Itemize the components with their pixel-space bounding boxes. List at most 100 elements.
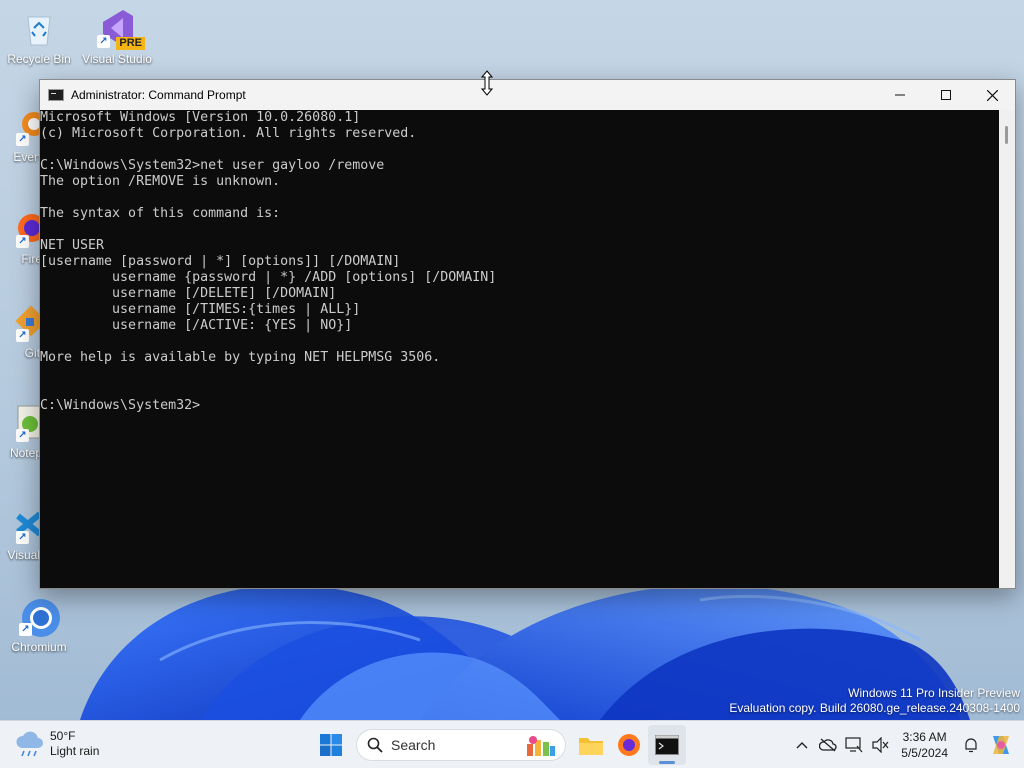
maximize-button[interactable] [923,80,969,110]
rain-cloud-icon [16,731,43,757]
copilot-icon [993,736,1009,754]
git-icon: ↗ [10,302,40,342]
terminal-line: (c) Microsoft Corporation. All rights re… [40,126,417,141]
taskbar: 50°F Light rain Search 3:36 AM 5/5/2024 [0,720,1024,768]
evaluation-watermark: Windows 11 Pro Insider Preview Evaluatio… [729,686,1020,716]
terminal-line: [username [password | *] [options]] [/DO… [40,254,401,269]
volume-muted-icon [872,737,889,753]
weather-description: Light rain [50,744,100,758]
scrollbar-thumb[interactable] [1005,126,1008,144]
shortcut-arrow-icon: ↗ [16,531,29,544]
desktop-icon-git[interactable]: ↗ Git [0,302,40,360]
copilot-button[interactable] [984,732,1018,758]
terminal-line: The option /REMOVE is unknown. [40,174,281,189]
desktop-icon-label: Chromium [11,640,67,654]
show-hidden-icons-button[interactable] [789,732,815,758]
shortcut-arrow-icon: ↗ [19,623,32,636]
network-tray-button[interactable] [841,732,867,758]
pre-badge: PRE [116,37,145,50]
search-placeholder: Search [391,737,436,753]
desktop-icon-notepadpp[interactable]: ↗ Notep [0,402,42,460]
active-app-indicator [659,761,675,764]
visual-studio-icon: ↗ PRE [97,8,145,50]
terminal-line: C:\Windows\System32>net user gayloo /rem… [40,158,385,173]
system-tray: 3:36 AM 5/5/2024 [789,721,1018,768]
desktop-icon-label: Every [13,150,44,164]
terminal-line: C:\Windows\System32> [40,398,201,413]
bell-icon [965,738,977,753]
desktop-icon-firefox[interactable]: ↗ Fire [0,208,42,266]
volume-tray-button[interactable] [867,732,893,758]
terminal-line: Microsoft Windows [Version 10.0.26080.1] [40,110,361,125]
start-button[interactable] [312,725,350,765]
taskbar-command-prompt[interactable] [648,725,686,765]
taskbar-file-explorer[interactable] [572,725,610,765]
window-title: Administrator: Command Prompt [71,88,246,102]
vscode-icon: ↗ [10,504,40,544]
taskbar-firefox[interactable] [610,725,648,765]
desktop-icon-label: Recycle Bin [7,52,71,66]
desktop-icon-label: Git [24,346,40,360]
terminal-line: The syntax of this command is: [40,206,281,221]
vertical-scrollbar[interactable] [999,110,1015,588]
watermark-line-1: Windows 11 Pro Insider Preview [848,686,1020,700]
desktop-icon-recycle-bin[interactable]: Recycle Bin [0,8,78,66]
terminal-line: username [/ACTIVE: {YES | NO}] [40,318,353,333]
window-titlebar[interactable]: Administrator: Command Prompt [40,80,1015,110]
folder-icon [579,738,603,755]
chevron-up-icon [796,742,808,749]
terminal-line: username [/DELETE] [/DOMAIN] [40,286,337,301]
watermark-line-2: Evaluation copy. Build 26080.ge_release.… [729,701,1020,715]
desktop-icon-label: Notep [9,446,42,460]
shortcut-arrow-icon: ↗ [97,35,110,48]
taskbar-search[interactable]: Search [356,729,566,761]
shortcut-arrow-icon: ↗ [16,235,29,248]
network-icon [845,737,863,753]
resize-cursor-icon [481,70,493,96]
weather-widget[interactable]: 50°F Light rain [14,729,99,759]
clock-date: 5/5/2024 [901,746,948,760]
terminal-line: username {password | *} /ADD [options] [… [40,270,497,285]
terminal-output[interactable]: Microsoft Windows [Version 10.0.26080.1]… [40,110,1000,588]
desktop-icon-everything[interactable]: ↗ Every [0,106,44,164]
desktop-icon-label: Visual Studio [82,52,152,66]
clock-time: 3:36 AM [902,730,947,744]
desktop-icon-chromium[interactable]: ↗ Chromium [0,596,78,654]
maximize-icon [941,90,951,100]
firefox-icon: ↗ [10,208,42,248]
close-icon [986,89,998,101]
shortcut-arrow-icon: ↗ [16,329,29,342]
firefox-icon [618,734,640,756]
terminal-line: username [/TIMES:{times | ALL}] [40,302,361,317]
desktop-icon-label: Fire [21,252,42,266]
shortcut-arrow-icon: ↗ [16,429,29,442]
terminal-line: More help is available by typing NET HEL… [40,350,441,365]
windows-logo-icon [320,734,342,756]
search-highlight-icon [527,736,555,756]
recycle-bin-icon [19,8,59,48]
desktop-icon-visual-studio[interactable]: ↗ PRE Visual Studio [78,8,156,66]
taskbar-clock[interactable]: 3:36 AM 5/5/2024 [901,729,948,761]
terminal-icon [655,735,679,755]
terminal-line: NET USER [40,238,105,253]
shortcut-arrow-icon: ↗ [16,133,29,146]
desktop-icon-vscode[interactable]: ↗ Visual [0,504,40,562]
close-button[interactable] [969,80,1015,110]
search-icon [367,737,383,753]
window-controls [877,80,1015,110]
weather-temperature: 50°F [50,729,76,743]
cmd-app-icon [48,89,64,101]
onedrive-tray-button[interactable] [815,732,841,758]
minimize-icon [895,94,905,96]
command-prompt-window[interactable]: Administrator: Command Prompt Microsoft … [39,79,1016,589]
desktop-icon-label: Visual [7,548,40,562]
minimize-button[interactable] [877,80,923,110]
notifications-button[interactable] [958,732,984,758]
cloud-off-icon [819,738,837,752]
